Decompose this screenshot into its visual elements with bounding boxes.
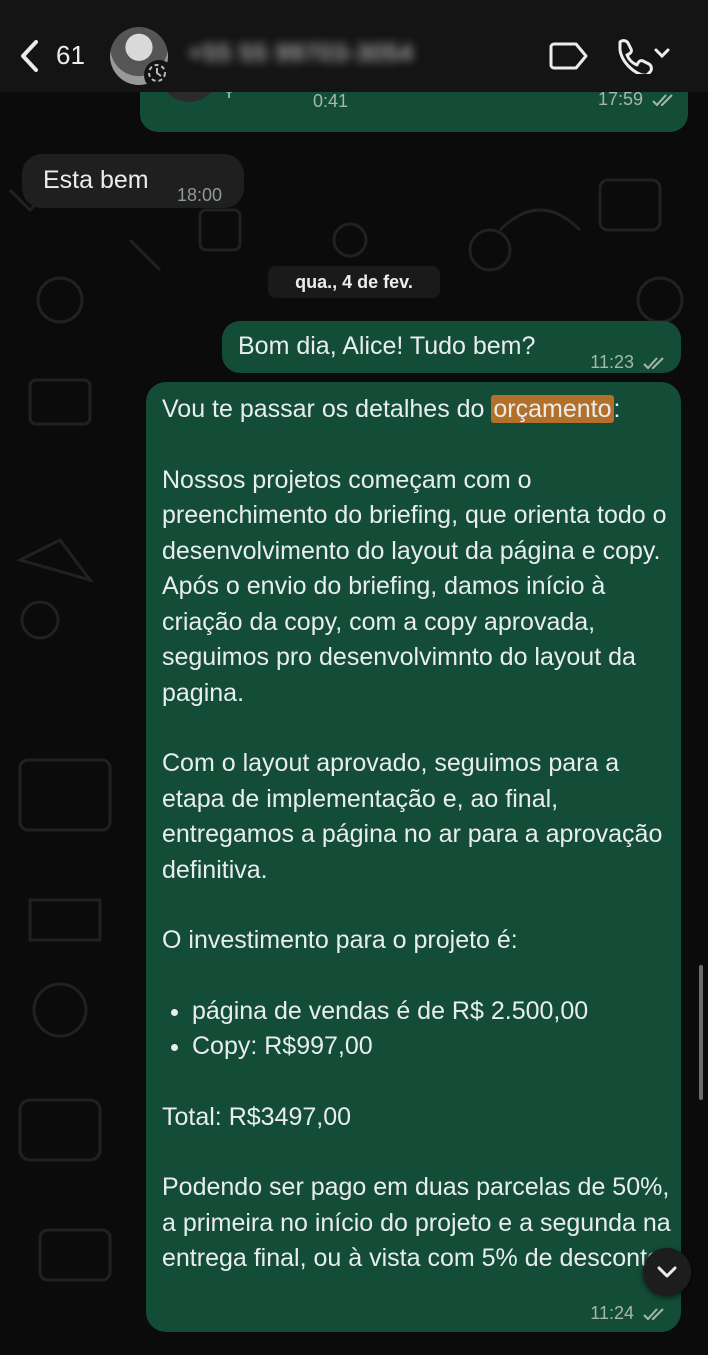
message-time: 17:59 [597, 89, 643, 109]
message-meta: 11:23 [590, 345, 667, 381]
message-time: 11:23 [590, 352, 634, 372]
price-list: página de vendas é de R$ 2.500,00 Copy: … [162, 994, 672, 1065]
back-button[interactable] [16, 36, 46, 76]
message-meta: 11:24 [590, 1296, 667, 1332]
scrollbar[interactable] [699, 965, 703, 1100]
total-line: Total: R$3497,00 [162, 1102, 352, 1131]
message-text: Vou te passar os detalhes do orçamento: … [162, 392, 672, 1277]
message-time: 11:24 [590, 1303, 634, 1323]
call-button[interactable] [612, 36, 672, 77]
intro-line: Vou te passar os detalhes do orçamento: [162, 395, 621, 423]
phone-icon [618, 39, 670, 77]
double-check-icon [643, 357, 664, 370]
list-item: página de vendas é de R$ 2.500,00 [192, 994, 672, 1030]
search-highlight: orçamento [491, 395, 614, 423]
chevron-left-icon [21, 40, 38, 72]
scroll-to-bottom-button[interactable] [643, 1248, 691, 1296]
outgoing-message[interactable]: Bom dia, Alice! Tudo bem? 11:23 [222, 321, 681, 373]
double-check-icon [643, 1308, 664, 1321]
chevron-down-icon [657, 1266, 677, 1278]
date-separator: qua., 4 de fev. [268, 266, 440, 298]
paragraph: Com o layout aprovado, seguimos para a e… [162, 749, 663, 884]
contact-name[interactable]: +55 55 99703-3054 [188, 40, 414, 68]
label-icon[interactable] [548, 40, 590, 72]
paragraph: Podendo ser pago em duas parcelas de 50%… [162, 1173, 671, 1272]
status-icon [144, 60, 174, 90]
paragraph: O investimento para o projeto é: [162, 926, 518, 954]
list-item: Copy: R$997,00 [192, 1029, 672, 1065]
incoming-message[interactable]: Esta bem 18:00 [22, 154, 244, 208]
message-text: Esta bem [43, 166, 149, 194]
chat-header: 61 +55 55 99703-3054 [0, 0, 708, 92]
message-time: 18:00 [177, 185, 223, 205]
unread-count[interactable]: 61 [56, 40, 85, 71]
message-text: Bom dia, Alice! Tudo bem? [238, 332, 536, 360]
double-check-icon [652, 94, 673, 107]
outgoing-message-long[interactable]: Vou te passar os detalhes do orçamento: … [146, 382, 681, 1332]
paragraph: Nossos projetos começam com o preenchime… [162, 465, 667, 707]
